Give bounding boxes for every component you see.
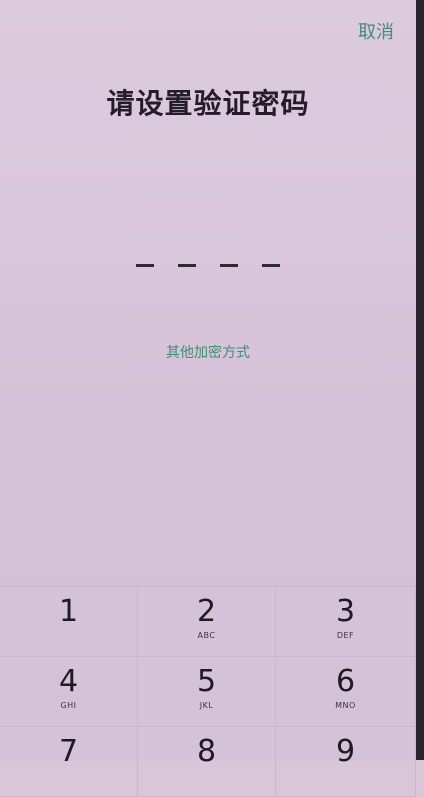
page-title: 请设置验证密码	[106, 87, 310, 120]
key-letters: MNO	[335, 701, 356, 710]
screen-bezel-edge	[416, 0, 424, 760]
key-5[interactable]: 5 JKL	[138, 657, 276, 727]
key-8[interactable]: 8	[138, 727, 276, 797]
pin-slot-2	[178, 264, 196, 267]
key-digit: 2	[196, 594, 217, 629]
key-2[interactable]: 2 ABC	[138, 587, 276, 657]
pin-slot-4	[262, 264, 280, 267]
pin-slot-1	[136, 264, 154, 267]
key-digit: 7	[58, 734, 79, 769]
key-digit: 4	[58, 664, 79, 699]
key-3[interactable]: 3 DEF	[276, 587, 416, 657]
key-digit: 8	[196, 734, 217, 769]
key-7[interactable]: 7	[0, 727, 138, 797]
numeric-keypad: 1 2 ABC 3 DEF 4 GHI 5 JKL 6 MNO 7 8 9	[0, 586, 416, 797]
key-1[interactable]: 1	[0, 587, 138, 657]
key-digit: 9	[335, 734, 356, 769]
key-letters: ABC	[197, 631, 216, 640]
key-9[interactable]: 9	[276, 727, 416, 797]
key-letters: DEF	[336, 631, 355, 640]
key-digit: 3	[335, 594, 356, 629]
key-6[interactable]: 6 MNO	[276, 657, 416, 727]
key-letters: JKL	[199, 701, 214, 710]
key-digit: 6	[335, 664, 356, 699]
lock-screen: 取消 请设置验证密码 其他加密方式 1 2 ABC 3 DEF 4 GHI 5 …	[0, 0, 416, 797]
key-digit: 5	[196, 664, 217, 699]
key-letters: GHI	[60, 701, 77, 710]
cancel-button[interactable]: 取消	[358, 18, 394, 44]
pin-entry-indicator	[0, 264, 416, 268]
key-digit: 1	[58, 594, 79, 629]
key-4[interactable]: 4 GHI	[0, 657, 138, 727]
other-encryption-methods-link[interactable]: 其他加密方式	[0, 342, 416, 362]
pin-slot-3	[220, 264, 238, 267]
